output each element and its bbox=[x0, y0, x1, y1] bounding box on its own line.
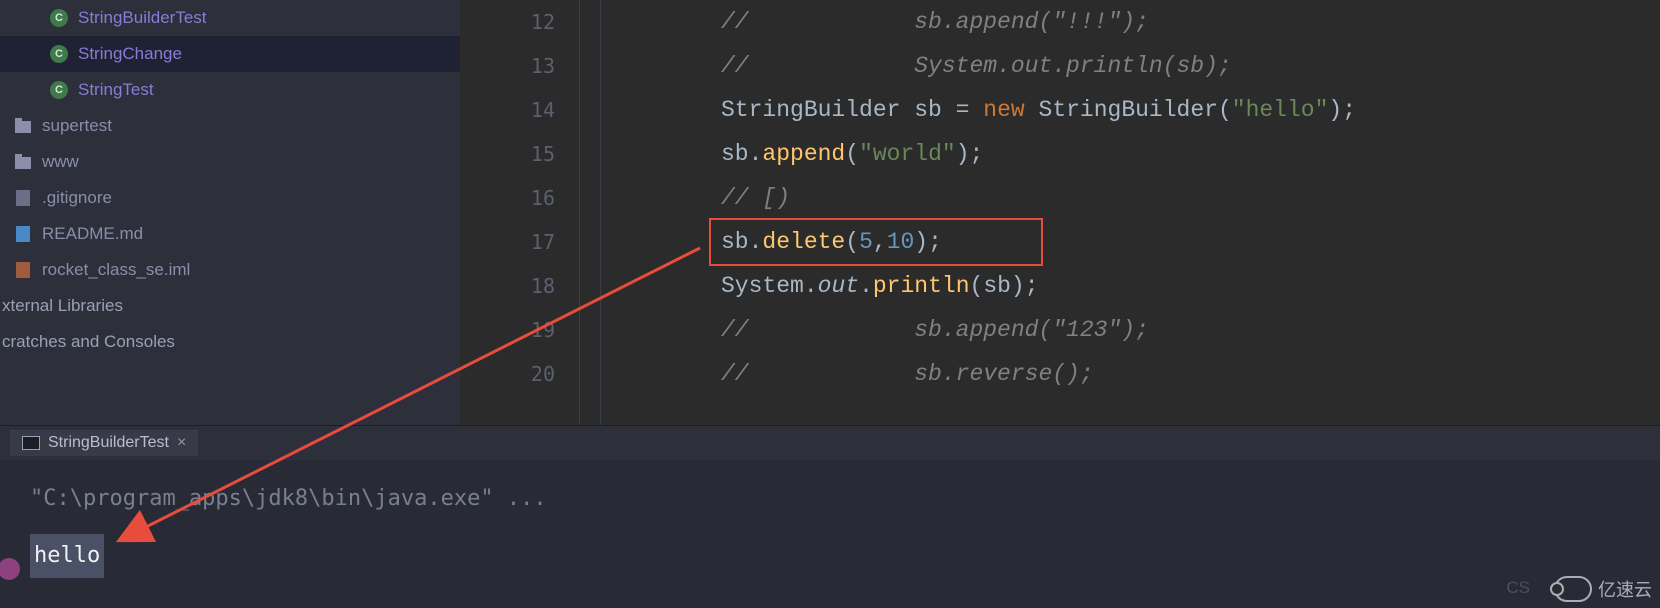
tree-item-label: cratches and Consoles bbox=[2, 332, 175, 352]
line-number: 12 bbox=[460, 0, 555, 44]
tree-item-label: supertest bbox=[42, 116, 112, 136]
code-line-13[interactable]: // System.out.println(sb); bbox=[641, 44, 1660, 88]
tree-item-label: .gitignore bbox=[42, 188, 112, 208]
line-number: 14 bbox=[460, 88, 555, 132]
line-number: 19 bbox=[460, 308, 555, 352]
console-side-button[interactable] bbox=[0, 558, 20, 580]
code-line-14[interactable]: StringBuilder sb = new StringBuilder("he… bbox=[641, 88, 1660, 132]
watermark: 亿速云 bbox=[1554, 576, 1652, 602]
code-line-20[interactable]: // sb.reverse(); bbox=[641, 352, 1660, 396]
watermark-cs: CS bbox=[1506, 578, 1530, 598]
folder-icon bbox=[14, 153, 32, 171]
project-tree[interactable]: C StringBuilderTest C StringChange C StringTe… bbox=[0, 0, 460, 425]
tree-item-label: StringTest bbox=[78, 80, 154, 100]
code-line-12[interactable]: // sb.append("!!!"); bbox=[641, 0, 1660, 44]
line-number: 13 bbox=[460, 44, 555, 88]
markdown-icon bbox=[14, 225, 32, 243]
folder-icon bbox=[14, 117, 32, 135]
code-line-19[interactable]: // sb.append("123"); bbox=[641, 308, 1660, 352]
code-line-17[interactable]: sb.delete(5,10); bbox=[641, 220, 1660, 264]
class-icon: C bbox=[50, 81, 68, 99]
tree-item-supertest[interactable]: supertest bbox=[0, 108, 460, 144]
watermark-text: 亿速云 bbox=[1598, 576, 1652, 602]
line-gutter: 121314151617181920 bbox=[460, 0, 580, 425]
code-line-15[interactable]: sb.append("world"); bbox=[641, 132, 1660, 176]
tree-item-readme-md[interactable]: README.md bbox=[0, 216, 460, 252]
tree-item--gitignore[interactable]: .gitignore bbox=[0, 180, 460, 216]
run-panel: StringBuilderTest × "C:\program_apps\jdk… bbox=[0, 425, 1660, 608]
line-number: 20 bbox=[460, 352, 555, 396]
tree-item-stringchange[interactable]: C StringChange bbox=[0, 36, 460, 72]
line-number: 16 bbox=[460, 176, 555, 220]
line-number: 17 bbox=[460, 220, 555, 264]
terminal-icon bbox=[22, 436, 40, 450]
console-output[interactable]: "C:\program_apps\jdk8\bin\java.exe" ... … bbox=[0, 460, 1660, 608]
class-icon: C bbox=[50, 45, 68, 63]
tree-item-label: README.md bbox=[42, 224, 143, 244]
tree-item-xternal-libraries[interactable]: xternal Libraries bbox=[0, 288, 460, 324]
cloud-icon bbox=[1554, 576, 1592, 602]
line-number: 15 bbox=[460, 132, 555, 176]
run-tab-label: StringBuilderTest bbox=[48, 434, 169, 452]
tree-item-cratches-and-consoles[interactable]: cratches and Consoles bbox=[0, 324, 460, 360]
class-icon: C bbox=[50, 9, 68, 27]
tree-item-label: www bbox=[42, 152, 79, 172]
tree-item-label: rocket_class_se.iml bbox=[42, 260, 190, 280]
iml-icon bbox=[14, 261, 32, 279]
code-editor[interactable]: 121314151617181920 // sb.append("!!!");/… bbox=[460, 0, 1660, 425]
console-stdout: hello bbox=[30, 534, 104, 578]
tree-item-label: StringBuilderTest bbox=[78, 8, 207, 28]
code-line-18[interactable]: System.out.println(sb); bbox=[641, 264, 1660, 308]
file-icon bbox=[14, 189, 32, 207]
console-command: "C:\program_apps\jdk8\bin\java.exe" ... bbox=[30, 478, 1630, 520]
fold-gutter[interactable] bbox=[580, 0, 601, 425]
line-number: 18 bbox=[460, 264, 555, 308]
run-tabs: StringBuilderTest × bbox=[0, 426, 1660, 460]
tree-item-label: xternal Libraries bbox=[2, 296, 123, 316]
code-line-16[interactable]: // [) bbox=[641, 176, 1660, 220]
tree-item-www[interactable]: www bbox=[0, 144, 460, 180]
tree-item-stringtest[interactable]: C StringTest bbox=[0, 72, 460, 108]
tree-item-stringbuildertest[interactable]: C StringBuilderTest bbox=[0, 0, 460, 36]
tree-item-rocket-class-se-iml[interactable]: rocket_class_se.iml bbox=[0, 252, 460, 288]
run-tab[interactable]: StringBuilderTest × bbox=[10, 430, 198, 456]
code-area[interactable]: // sb.append("!!!");// System.out.printl… bbox=[601, 0, 1660, 425]
tree-item-label: StringChange bbox=[78, 44, 182, 64]
close-icon[interactable]: × bbox=[177, 434, 186, 452]
